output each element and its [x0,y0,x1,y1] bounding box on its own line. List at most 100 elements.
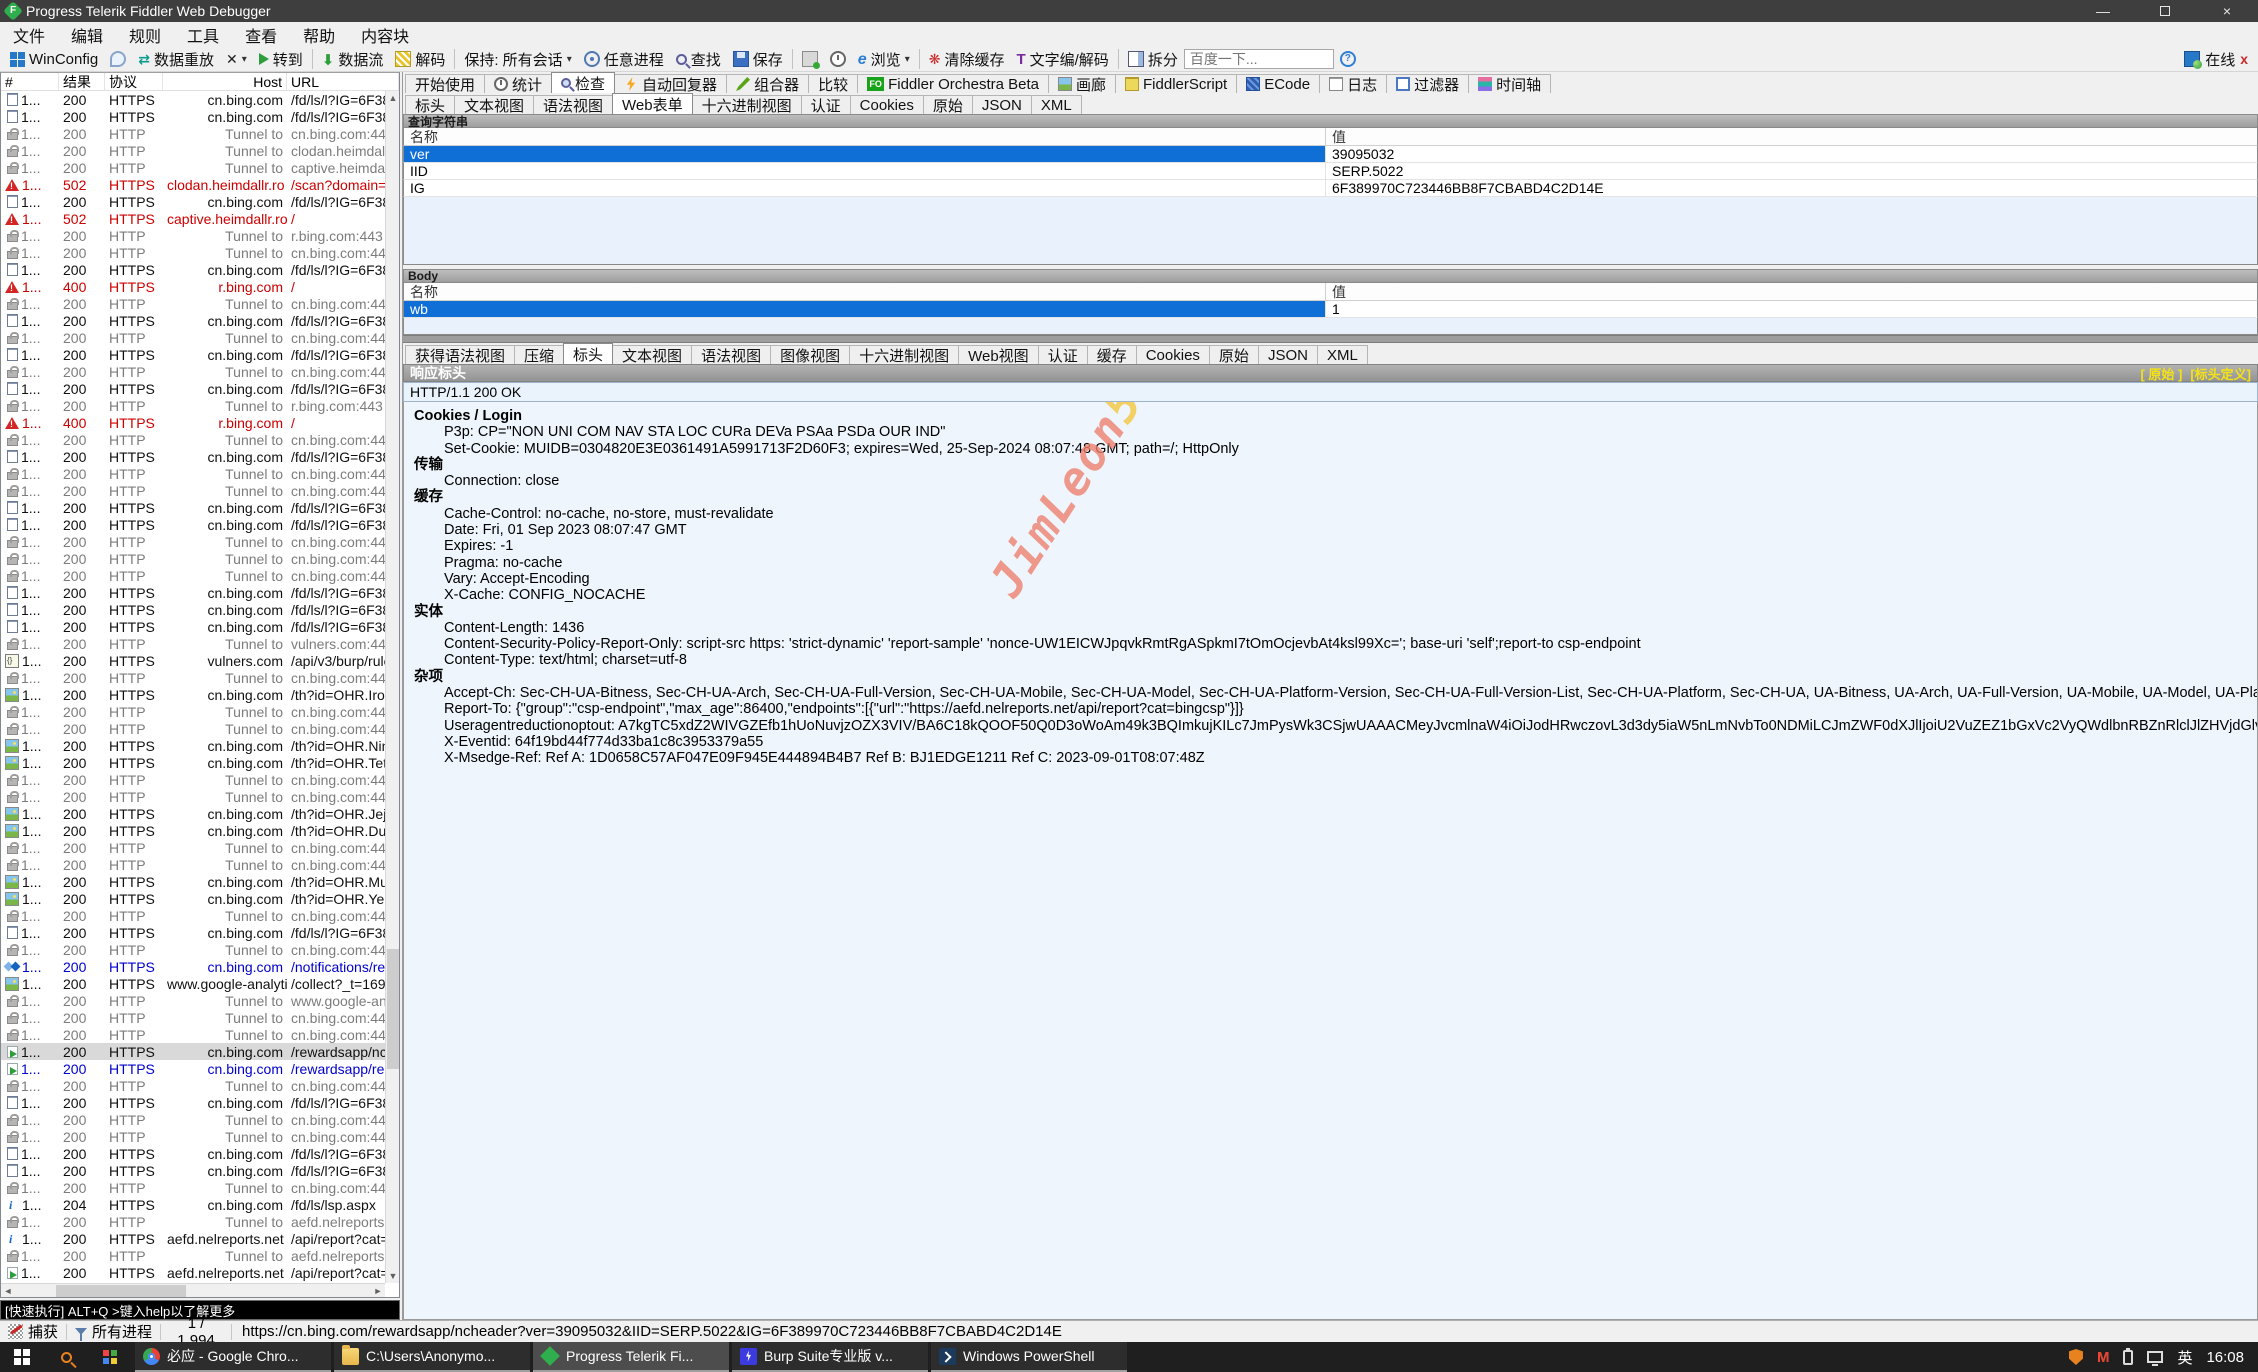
session-row[interactable]: 1...200HTTPTunnel tovulners.com:443 [1,635,385,652]
network-icon[interactable] [2147,1351,2163,1363]
session-row[interactable]: 1...200HTTPTunnel tocn.bing.com:443 [1,1009,385,1026]
kv-row[interactable]: wb1 [403,301,2258,318]
response-tab-文本视图[interactable]: 文本视图 [612,345,692,364]
response-tab-压缩[interactable]: 压缩 [514,345,564,364]
tab-开始使用[interactable]: 开始使用 [405,74,485,93]
taskbar-grid-button[interactable] [88,1342,132,1372]
response-tab-图像视图[interactable]: 图像视图 [770,345,850,364]
session-row[interactable]: 1...200HTTPScn.bing.com/fd/ls/l?IG=6F389… [1,346,385,363]
request-tab-JSON[interactable]: JSON [972,95,1032,114]
session-row[interactable]: 1...200HTTPScn.bing.com/fd/ls/l?IG=6F389… [1,924,385,941]
session-row[interactable]: 1...200HTTPTunnel tocn.bing.com:443 [1,550,385,567]
session-row[interactable]: 1...200HTTPTunnel toaefd.nelreports.net:… [1,1247,385,1264]
kv-row[interactable]: IIDSERP.5022 [403,163,2258,180]
session-row[interactable]: 1...200HTTPScn.bing.com/rewardsapp/repor… [1,1060,385,1077]
gmail-icon[interactable]: M [2097,1349,2110,1366]
session-row[interactable]: 1...200HTTPScn.bing.com/fd/ls/l?IG=6F389… [1,91,385,108]
help-button[interactable]: ? [1334,48,1362,70]
taskbar-app-fiddler[interactable]: Progress Telerik Fi... [533,1342,729,1372]
replay-button[interactable]: ⇄ 数据重放 [132,48,220,70]
kv-row[interactable]: IG6F389970C723446BB8F7CBABD4C2D14E [403,180,2258,197]
response-tab-获得语法视图[interactable]: 获得语法视图 [405,345,515,364]
session-row[interactable]: 1...200HTTPTunnel tocaptive.heimdallr.ro… [1,159,385,176]
session-row[interactable]: 1...200HTTPSvulners.com/api/v3/burp/rule… [1,652,385,669]
request-tab-文本视图[interactable]: 文本视图 [454,95,534,114]
tab-画廊[interactable]: 画廊 [1048,74,1116,93]
session-row[interactable]: 1...200HTTPTunnel tocn.bing.com:443 [1,1077,385,1094]
session-row[interactable]: 1...204HTTPScn.bing.com/fd/ls/lsp.aspx [1,1196,385,1213]
session-row[interactable]: 1...200HTTPTunnel tocn.bing.com:443 [1,1026,385,1043]
session-row[interactable]: 1...200HTTPSwww.google-analyti.../collec… [1,975,385,992]
session-row[interactable]: 1...200HTTPScn.bing.com/th?id=OHR.TetonB… [1,754,385,771]
taskbar-search-button[interactable] [44,1342,88,1372]
session-row[interactable]: 1...502HTTPSclodan.heimdallr.ro/scan?dom… [1,176,385,193]
session-row[interactable]: 1...200HTTPScn.bing.com/notifications/re… [1,958,385,975]
tab-自动回复器[interactable]: 自动回复器 [614,74,727,93]
usb-icon[interactable] [2123,1350,2133,1365]
session-row[interactable]: 1...200HTTPScn.bing.com/fd/ls/l?IG=6F389… [1,1094,385,1111]
session-row[interactable]: 1...200HTTPScn.bing.com/th?id=OHR.Dubrov… [1,822,385,839]
stream-button[interactable]: ⬇ 数据流 [316,48,390,70]
request-tab-Cookies[interactable]: Cookies [850,95,924,114]
column-header-host[interactable]: Host [163,73,287,90]
session-row[interactable]: 1...200HTTPTunnel tocn.bing.com:443 [1,771,385,788]
save-button[interactable]: 保存 [727,48,789,70]
tab-Fiddler Orchestra Beta[interactable]: FOFiddler Orchestra Beta [857,74,1049,93]
session-row[interactable]: 1...200HTTPScn.bing.com/th?id=OHR.Museum… [1,873,385,890]
process-filter-toggle[interactable]: 所有进程 [67,1321,160,1342]
session-row[interactable]: 1...200HTTPTunnel tocn.bing.com:443 [1,941,385,958]
offline-x-icon[interactable]: x [2240,51,2248,67]
decode-button[interactable]: 解码 [389,48,451,70]
session-row[interactable]: 1...502HTTPScaptive.heimdallr.ro/ [1,210,385,227]
scroll-left-arrow[interactable]: ◄ [1,1284,15,1298]
scroll-up-arrow[interactable]: ▲ [386,91,400,105]
raw-link[interactable]: [ 原始 ] [2140,364,2182,383]
session-row[interactable]: 1...400HTTPSr.bing.com/ [1,278,385,295]
any-process-button[interactable]: 任意进程 [578,48,670,70]
session-row[interactable]: 1...200HTTPScn.bing.com/fd/ls/l?IG=6F389… [1,516,385,533]
column-header-num[interactable]: # [1,73,59,90]
response-tab-语法视图[interactable]: 语法视图 [691,345,771,364]
request-tab-语法视图[interactable]: 语法视图 [533,95,613,114]
clock[interactable]: 16:08 [2206,1349,2244,1366]
request-tab-Web表单[interactable]: Web表单 [612,93,693,114]
session-row[interactable]: 1...200HTTPScn.bing.com/fd/ls/l?IG=6F389… [1,584,385,601]
kv-row[interactable]: ver39095032 [403,146,2258,163]
taskbar-app-chrome[interactable]: 必应 - Google Chro... [135,1342,331,1372]
session-row[interactable]: 1...200HTTPTunnel tocn.bing.com:443 [1,125,385,142]
security-shield-icon[interactable] [2069,1349,2083,1365]
capturing-toggle[interactable]: 捕获 [0,1321,66,1342]
session-row[interactable]: 1...200HTTPScn.bing.com/fd/ls/l?IG=6F389… [1,618,385,635]
session-row[interactable]: 1...200HTTPScn.bing.com/th?id=OHR.JejuIs… [1,805,385,822]
timer-button[interactable] [824,48,852,70]
session-row[interactable]: 1...200HTTPTunnel tocn.bing.com:443 [1,1179,385,1196]
response-tab-Cookies[interactable]: Cookies [1136,345,1210,364]
request-tab-认证[interactable]: 认证 [801,95,851,114]
name-column-header[interactable]: 名称 [404,283,1326,300]
browse-button[interactable]: e 浏览 ▾ [852,48,916,70]
session-row[interactable]: 1...200HTTPTunnel tocn.bing.com:443 [1,329,385,346]
session-row[interactable]: 1...200HTTPScn.bing.com/th?id=OHR.Ningal… [1,737,385,754]
response-tab-十六进制视图[interactable]: 十六进制视图 [849,345,959,364]
response-tab-XML[interactable]: XML [1317,345,1368,364]
tearoff-button[interactable]: 拆分 [1122,48,1184,70]
close-button[interactable]: × [2196,0,2258,22]
response-tab-原始[interactable]: 原始 [1209,345,1259,364]
value-column-header[interactable]: 值 [1326,128,2257,145]
value-column-header[interactable]: 值 [1326,283,2257,300]
screenshot-button[interactable] [796,48,824,70]
session-row[interactable]: 1...200HTTPTunnel tocn.bing.com:443 [1,482,385,499]
session-row[interactable]: 1...200HTTPTunnel tocn.bing.com:443 [1,788,385,805]
session-row[interactable]: 1...200HTTPTunnel toaefd.nelreports.net:… [1,1213,385,1230]
session-row[interactable]: 1...200HTTPTunnel tocn.bing.com:443 [1,856,385,873]
session-row[interactable]: 1...200HTTPTunnel tocn.bing.com:443 [1,703,385,720]
session-row[interactable]: 1...200HTTPTunnel tor.bing.com:443 [1,227,385,244]
go-button[interactable]: 转到 [253,48,309,70]
response-tab-标头[interactable]: 标头 [563,343,613,364]
remove-sessions-button[interactable]: ✕ ▾ [220,48,253,70]
menu-item-编辑[interactable]: 编辑 [58,22,116,47]
session-row[interactable]: 1...200HTTPTunnel tocn.bing.com:443 [1,295,385,312]
header-definitions-link[interactable]: [标头定义] [2190,364,2251,383]
session-row[interactable]: 1...200HTTPScn.bing.com/fd/ls/l?IG=6F389… [1,499,385,516]
session-row[interactable]: 1...200HTTPTunnel towww.google-analytics [1,992,385,1009]
